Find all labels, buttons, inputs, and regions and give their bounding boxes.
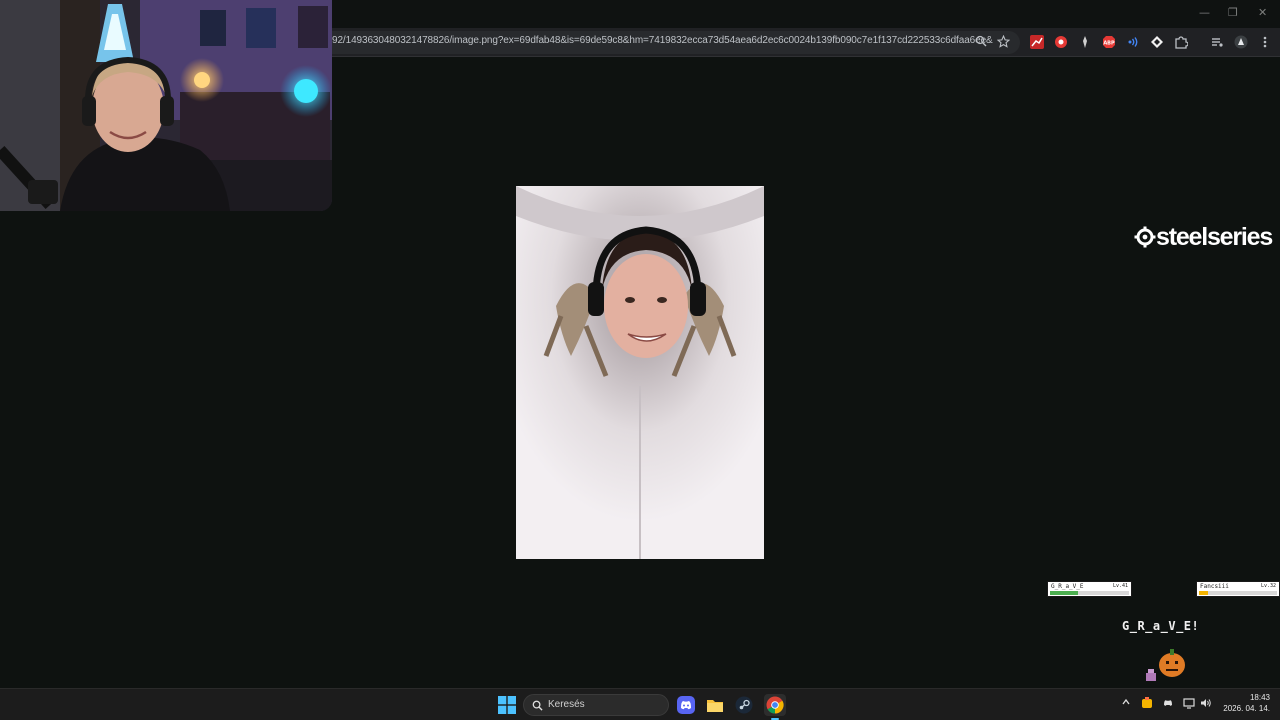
system-clock[interactable]: 18:43 2026. 04. 14. — [1223, 692, 1270, 714]
hp-bar — [1050, 591, 1129, 595]
close-button[interactable]: ✕ — [1258, 6, 1267, 19]
url-text[interactable]: 92/1493630480321478826/image.png?ex=69df… — [332, 35, 993, 46]
clock-date: 2026. 04. 14. — [1223, 704, 1270, 713]
windows-start-icon[interactable] — [497, 695, 517, 715]
overlay-shout-text: G_R_a_V_E! — [1122, 619, 1200, 633]
profile-avatar-icon[interactable] — [1234, 35, 1248, 49]
restore-button[interactable]: ❐ — [1228, 6, 1238, 19]
discord-icon[interactable] — [676, 695, 696, 715]
pumpkin-sprite-icon — [1146, 649, 1185, 681]
displayed-image[interactable] — [516, 186, 764, 559]
browser-toolbar: 92/1493630480321478826/image.png?ex=69df… — [332, 28, 1280, 57]
steelseries-wordmark: steelseries — [1156, 222, 1273, 251]
red-chart-extension-icon[interactable] — [1030, 35, 1044, 49]
screen: — ❐ ✕ 92/1493630480321478826/image.png?e… — [0, 0, 1280, 720]
steelseries-gear-icon — [1134, 226, 1156, 248]
red-circle-extension-icon[interactable] — [1054, 35, 1068, 49]
dark-extension-icon[interactable] — [1078, 35, 1092, 49]
address-bar[interactable]: 92/1493630480321478826/image.png?ex=69df… — [332, 31, 1020, 54]
tray-discord-icon[interactable] — [1161, 697, 1175, 711]
player-hp-card: G_R_a_V_E Lv.41 — [1047, 581, 1132, 597]
steelseries-logo: steelseries — [1134, 222, 1273, 252]
tray-app-icon[interactable] — [1140, 697, 1154, 711]
opponent-name: Fancsiii — [1200, 583, 1229, 590]
tray-overflow-chevron-icon[interactable] — [1119, 697, 1133, 711]
zoom-icon[interactable] — [974, 35, 988, 49]
adblock-extension-icon[interactable]: ABP — [1102, 35, 1116, 49]
clock-time: 18:43 — [1249, 693, 1270, 702]
menu-kebab-icon[interactable] — [1258, 35, 1272, 49]
svg-text:ABP: ABP — [1103, 41, 1115, 47]
bookmark-star-icon[interactable] — [996, 34, 1010, 49]
search-icon — [532, 700, 543, 711]
blue-wave-extension-icon[interactable] — [1126, 35, 1140, 49]
player-level: Lv.41 — [1112, 583, 1128, 589]
opponent-hp-card: Fancsiii Lv.32 — [1196, 581, 1280, 597]
webcam-overlay — [0, 0, 332, 211]
hp-bar-fill — [1050, 591, 1078, 595]
chrome-icon[interactable] — [764, 694, 786, 720]
hp-bar — [1199, 591, 1277, 595]
taskbar-search-box[interactable]: Keresés — [523, 694, 669, 716]
puzzle-extensions-icon[interactable] — [1174, 35, 1189, 49]
player-name: G_R_a_V_E — [1051, 583, 1084, 590]
file-explorer-icon[interactable] — [705, 695, 725, 715]
media-control-icon[interactable] — [1210, 35, 1224, 49]
windows-taskbar: Keresés 18:43 2026. 04. 14. — [0, 688, 1280, 720]
opponent-level: Lv.32 — [1260, 583, 1276, 589]
minimize-button[interactable]: — — [1199, 6, 1210, 19]
search-placeholder: Keresés — [548, 699, 585, 710]
hp-bar-fill — [1199, 591, 1209, 595]
network-icon[interactable] — [1182, 697, 1196, 711]
volume-icon[interactable] — [1199, 697, 1213, 711]
steam-icon[interactable] — [734, 695, 754, 715]
corner-face-illustration — [516, 186, 764, 559]
webcam-scene — [0, 0, 332, 211]
diamond-extension-icon[interactable] — [1150, 35, 1164, 49]
